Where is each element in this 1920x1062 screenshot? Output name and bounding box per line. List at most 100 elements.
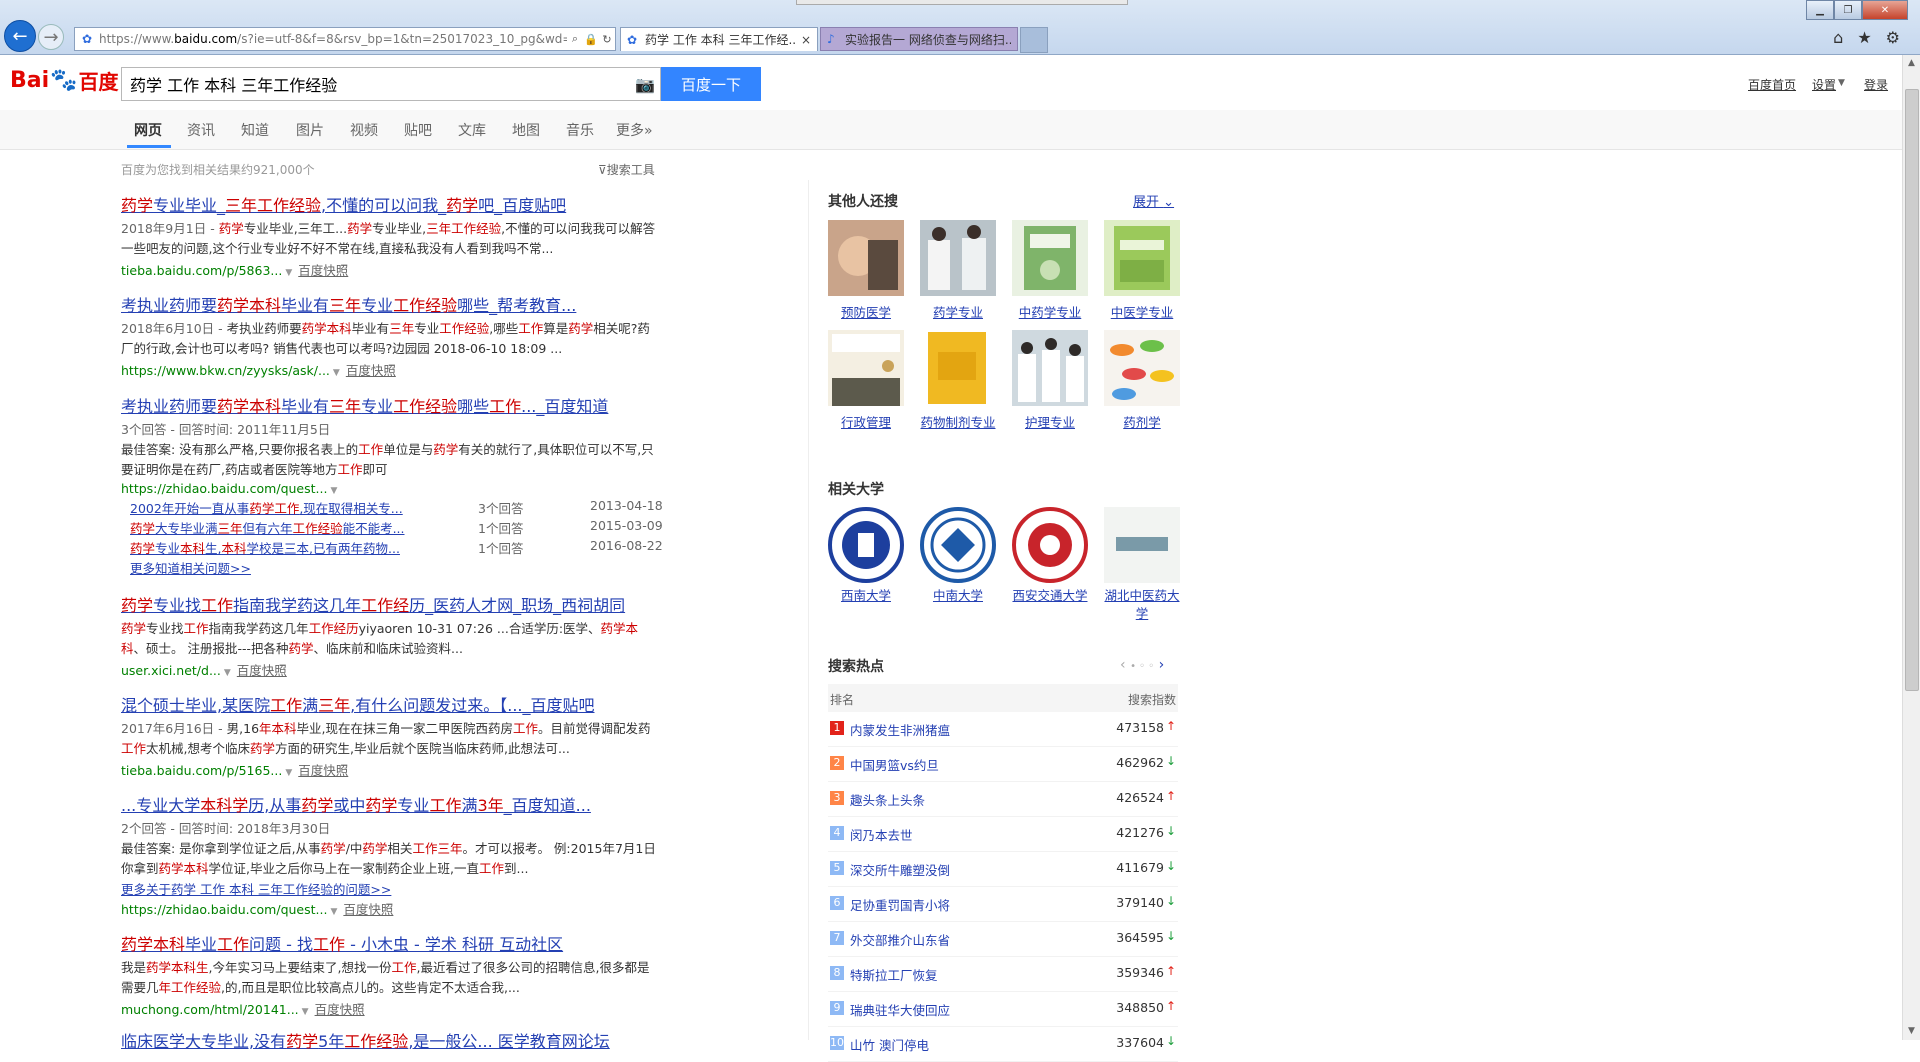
snapshot-link[interactable]: 百度快照 [346, 363, 396, 378]
tab-video[interactable]: 视频 [350, 120, 378, 140]
university-tile[interactable]: 西南大学 [828, 507, 904, 605]
university-tile[interactable]: 西安交通大学 [1012, 507, 1088, 605]
related-search-tile[interactable]: 药学专业 [920, 220, 996, 322]
hot-search-title[interactable]: 中国男篮vs约旦 [850, 755, 939, 774]
chevron-down-icon[interactable]: ▼ [285, 768, 292, 778]
chevron-left-icon[interactable]: ‹ [1120, 657, 1126, 673]
hot-search-row[interactable]: 1 内蒙发生非洲猪瘟 473158 ↑ [828, 712, 1178, 747]
tab-tieba[interactable]: 贴吧 [404, 120, 432, 140]
search-tools-button[interactable]: ⊽搜索工具 [598, 161, 655, 178]
address-bar[interactable]: ✿ https://www.baidu.com/s?ie=utf-8&f=8&r… [74, 27, 616, 51]
hot-search-row[interactable]: 2 中国男篮vs约旦 462962 ↓ [828, 747, 1178, 782]
related-search-tile[interactable]: 预防医学 [828, 220, 904, 322]
chevron-down-icon[interactable]: ▼ [330, 907, 337, 917]
close-window-button[interactable]: ✕ [1862, 0, 1908, 20]
tab-music[interactable]: 音乐 [566, 120, 594, 140]
university-tile[interactable]: 湖北中医药大学 [1104, 507, 1180, 623]
camera-icon[interactable]: 📷 [630, 75, 660, 94]
hot-search-row[interactable]: 6 足协重罚国青小将 379140 ↓ [828, 887, 1178, 922]
tab-map[interactable]: 地图 [512, 120, 540, 140]
hot-search-title[interactable]: 趣头条上头条 [850, 790, 925, 809]
gear-icon[interactable]: ⚙ [1886, 28, 1900, 47]
hot-search-row[interactable]: 5 深交所牛雕塑没倒 411679 ↓ [828, 852, 1178, 887]
related-search-tile[interactable]: 中医学专业 [1104, 220, 1180, 322]
hot-search-row[interactable]: 3 趣头条上头条 426524 ↑ [828, 782, 1178, 817]
university-tile[interactable]: 中南大学 [920, 507, 996, 605]
tab-web[interactable]: 网页 [134, 120, 162, 140]
hot-search-title[interactable]: 闵乃本去世 [850, 825, 913, 844]
related-search-tile[interactable]: 药剂学 [1104, 330, 1180, 432]
search-dropdown-icon[interactable]: ⌕ [567, 32, 583, 46]
result-title[interactable]: 药学专业毕业_三年工作经验,不懂的可以问我_药学吧_百度贴吧 [121, 192, 661, 216]
minimize-button[interactable]: ▁ [1806, 0, 1834, 20]
scroll-up-icon[interactable]: ▲ [1903, 55, 1920, 72]
hot-search-index: 337604 [1116, 1035, 1164, 1050]
related-search-tile[interactable]: 药物制剂专业 [920, 330, 996, 432]
related-search-tile[interactable]: 行政管理 [828, 330, 904, 432]
hot-search-title[interactable]: 内蒙发生非洲猪瘟 [850, 720, 950, 739]
tab-more[interactable]: 更多» [616, 120, 653, 140]
chevron-down-icon[interactable]: ▼ [224, 668, 231, 678]
snapshot-link[interactable]: 百度快照 [298, 763, 348, 778]
hot-search-title[interactable]: 深交所牛雕塑没倒 [850, 860, 950, 879]
back-button[interactable]: ← [4, 20, 36, 52]
result-url-line: https://zhidao.baidu.com/quest... ▼ [121, 481, 338, 496]
more-zhidao-link[interactable]: 更多知道相关问题>> [130, 558, 251, 577]
hot-search-title[interactable]: 足协重罚国青小将 [850, 895, 950, 914]
hot-search-row[interactable]: 7 外交部推介山东省 364595 ↓ [828, 922, 1178, 957]
favorites-star-icon[interactable]: ★ [1857, 28, 1871, 47]
snapshot-link[interactable]: 百度快照 [343, 902, 393, 917]
snapshot-link[interactable]: 百度快照 [237, 663, 287, 678]
hot-search-title[interactable]: 外交部推介山东省 [850, 930, 950, 949]
result-title[interactable]: 考执业药师要药学本科毕业有三年专业工作经验哪些_帮考教育... [121, 292, 661, 316]
related-search-tile[interactable]: 中药学专业 [1012, 220, 1088, 322]
hot-search-row[interactable]: 4 闵乃本去世 421276 ↓ [828, 817, 1178, 852]
scroll-thumb[interactable] [1905, 89, 1919, 691]
forward-button[interactable]: → [38, 24, 64, 50]
hot-search-title[interactable]: 山竹 澳门停电 [850, 1035, 929, 1054]
maximize-button[interactable]: ❐ [1834, 0, 1862, 20]
home-icon[interactable]: ⌂ [1833, 28, 1843, 47]
lock-icon[interactable]: 🔒 [583, 33, 599, 46]
chevron-down-icon[interactable]: ▼ [333, 368, 340, 378]
chevron-down-icon[interactable]: ▼ [285, 268, 292, 278]
login-link[interactable]: 登录 [1864, 76, 1888, 93]
result-title[interactable]: 药学本科毕业工作问题 - 找工作 - 小木虫 - 学术 科研 互动社区 [121, 931, 661, 955]
hot-search-row[interactable]: 10 山竹 澳门停电 337604 ↓ [828, 1027, 1178, 1062]
result-title[interactable]: 考执业药师要药学本科毕业有三年专业工作经验哪些工作..._百度知道 [121, 393, 661, 417]
vertical-scrollbar[interactable]: ▲ ▼ [1902, 55, 1920, 1040]
snapshot-link[interactable]: 百度快照 [315, 1002, 365, 1017]
address-url[interactable]: https://www.baidu.com/s?ie=utf-8&f=8&rsv… [99, 32, 567, 46]
tab-news[interactable]: 资讯 [187, 120, 215, 140]
scroll-down-icon[interactable]: ▼ [1903, 1023, 1920, 1040]
refresh-icon[interactable]: ↻ [599, 33, 615, 46]
hot-search-title[interactable]: 特斯拉工厂恢复 [850, 965, 938, 984]
snapshot-link[interactable]: 百度快照 [298, 263, 348, 278]
related-search-tile[interactable]: 护理专业 [1012, 330, 1088, 432]
hot-search-row[interactable]: 9 瑞典驻华大使回应 348850 ↑ [828, 992, 1178, 1027]
home-link[interactable]: 百度首页 [1748, 76, 1796, 93]
tab-wenku[interactable]: 文库 [458, 120, 486, 140]
baidu-logo[interactable]: Bai 🐾 du 百度 [10, 66, 119, 95]
hot-search-row[interactable]: 8 特斯拉工厂恢复 359346 ↑ [828, 957, 1178, 992]
tab-images[interactable]: 图片 [296, 120, 324, 140]
result-title[interactable]: 混个硕士毕业,某医院工作满三年,有什么问题发过来。【..._百度贴吧 [121, 692, 661, 716]
search-button[interactable]: 百度一下 [661, 67, 761, 101]
tab-baidu-search[interactable]: ✿ 药学 工作 本科 三年工作经... × [620, 27, 818, 51]
chevron-down-icon[interactable]: ▼ [330, 486, 337, 496]
settings-link[interactable]: 设置 [1812, 76, 1836, 93]
hot-search-title[interactable]: 瑞典驻华大使回应 [850, 1000, 950, 1019]
search-input[interactable]: 药学 工作 本科 三年工作经验 📷 [121, 67, 661, 101]
close-tab-icon[interactable]: × [801, 33, 811, 47]
search-query[interactable]: 药学 工作 本科 三年工作经验 [122, 72, 630, 96]
result-title[interactable]: 药学专业找工作指南我学药这几年工作经历_医药人才网_职场_西祠胡同 [121, 592, 661, 616]
tab-lab-report[interactable]: ♪ 实验报告一 网络侦查与网络扫... [820, 27, 1018, 51]
result-title[interactable]: 临床医学大专毕业,没有药学5年工作经验,是一般公... 医学教育网论坛 [121, 1028, 661, 1052]
expand-link[interactable]: 展开 ⌄ [1133, 191, 1174, 210]
new-tab-button[interactable] [1020, 27, 1048, 53]
more-questions-link[interactable]: 更多关于药学 工作 本科 三年工作经验的问题>> [121, 879, 661, 898]
chevron-right-icon[interactable]: › [1159, 657, 1165, 673]
result-title[interactable]: ...专业大学本科学历,从事药学或中药学专业工作满3年_百度知道... [121, 792, 661, 816]
tab-zhidao[interactable]: 知道 [241, 120, 269, 140]
chevron-down-icon[interactable]: ▼ [302, 1007, 309, 1017]
